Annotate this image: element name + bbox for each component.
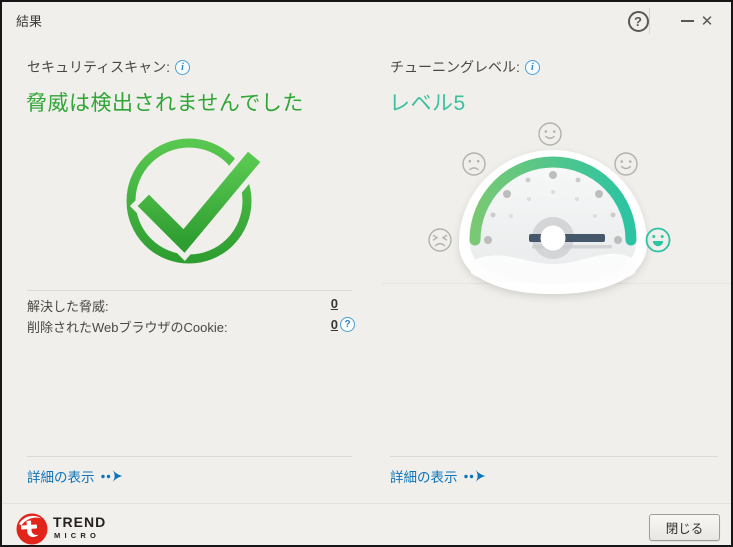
- smiley-level4-icon: [614, 152, 638, 176]
- close-button[interactable]: 閉じる: [649, 514, 720, 541]
- stat-row-threats: 解決した脅威: 0: [27, 296, 338, 315]
- footer: [2, 503, 731, 545]
- window-title: 結果: [16, 14, 43, 29]
- left-footer-divider: [27, 456, 352, 457]
- question-icon[interactable]: ?: [340, 317, 355, 332]
- details-link-label: 詳細の表示: [27, 470, 95, 485]
- resolved-threats-label: 解決した脅威:: [27, 299, 109, 314]
- help-icon: ?: [627, 10, 649, 32]
- smiley-level5-icon: [645, 227, 671, 253]
- smiley-level1-icon: [428, 228, 452, 252]
- tuning-level-headline: レベル5: [389, 92, 466, 115]
- titlebar-divider: [649, 8, 650, 34]
- right-footer-divider: [390, 456, 718, 457]
- info-icon[interactable]: i: [524, 59, 540, 75]
- arrow-right-icon: [100, 470, 122, 482]
- tuning-gauge: [428, 122, 671, 294]
- tuning-level-header: チューニングレベル: i: [390, 57, 540, 77]
- checkmark-graphic: [126, 138, 264, 264]
- help-button[interactable]: ?: [627, 10, 649, 32]
- deleted-cookies-label: 削除されたWebブラウザのCookie:: [27, 320, 228, 335]
- scan-result-headline: 脅威は検出されませんでした: [26, 92, 304, 115]
- info-icon[interactable]: i: [175, 59, 191, 75]
- stats-divider: [27, 290, 352, 291]
- minimize-icon: [680, 20, 694, 22]
- window-close-button[interactable]: ✕: [696, 10, 718, 32]
- security-scan-label: セキュリティスキャン:: [27, 59, 171, 75]
- security-scan-header: セキュリティスキャン: i: [27, 57, 191, 77]
- smiley-level2-icon: [462, 152, 486, 176]
- smiley-level3-icon: [538, 122, 562, 146]
- details-link-security[interactable]: 詳細の表示: [27, 466, 125, 486]
- details-link-tuning[interactable]: 詳細の表示: [390, 466, 488, 486]
- arrow-right-icon: [463, 470, 485, 482]
- brand-name-trend: TREND: [53, 514, 107, 530]
- trend-micro-logo-icon: [16, 513, 48, 545]
- brand-name-micro: MICRO: [54, 531, 100, 540]
- deleted-cookies-value[interactable]: 0: [331, 317, 338, 336]
- resolved-threats-value[interactable]: 0: [331, 296, 338, 315]
- results-window: 結果 ? ✕ セキュリティスキャン: i 脅威は検出されませんでした 解決した脅…: [0, 0, 733, 547]
- tuning-level-label: チューニングレベル:: [390, 59, 520, 75]
- stat-row-cookies: 削除されたWebブラウザのCookie: 0: [27, 317, 338, 336]
- minimize-button[interactable]: [676, 10, 698, 32]
- details-link-label: 詳細の表示: [390, 470, 458, 485]
